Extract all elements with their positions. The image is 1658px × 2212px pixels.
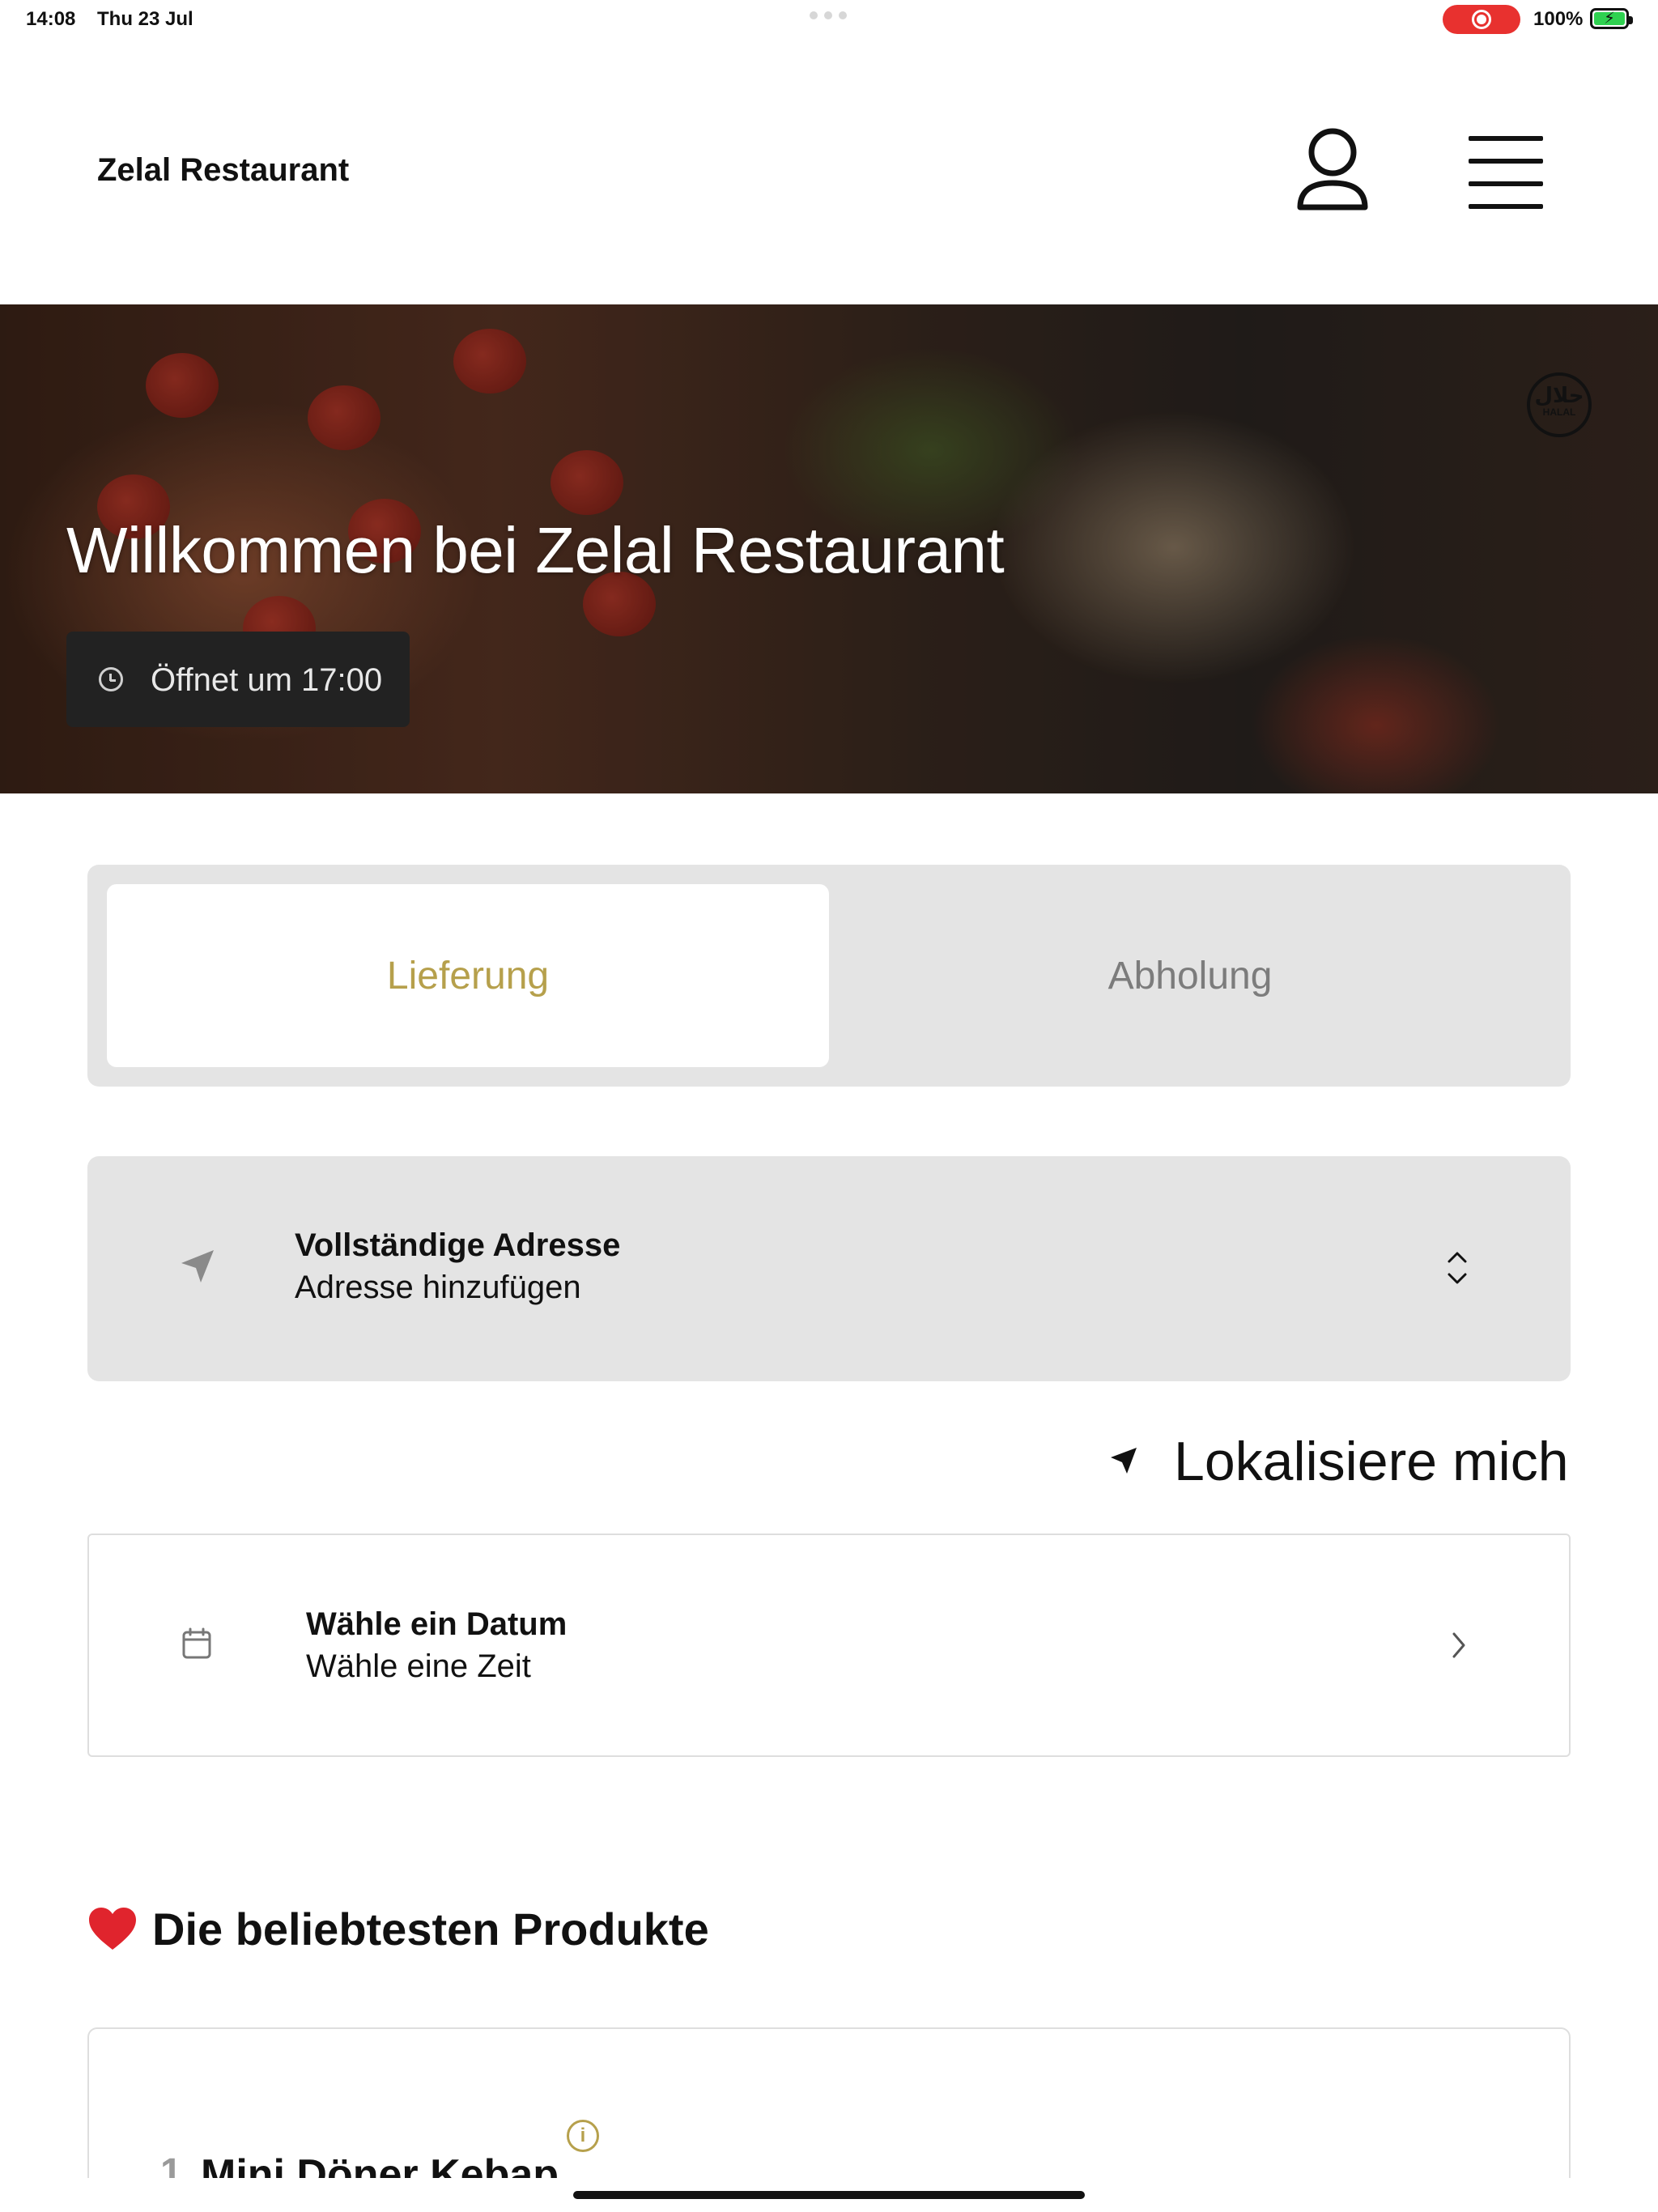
section-title-text: Die beliebtesten Produkte [152, 1903, 709, 1955]
location-arrow-icon [1107, 1444, 1140, 1477]
address-title: Vollständige Adresse [295, 1227, 621, 1263]
status-date: Thu 23 Jul [97, 8, 193, 30]
info-icon[interactable]: i [567, 2120, 599, 2152]
location-arrow-icon [178, 1247, 217, 1286]
halal-badge-icon: حلال HALAL [1527, 372, 1592, 437]
address-selector[interactable]: Vollständige Adresse Adresse hinzufügen [87, 1156, 1571, 1381]
address-subtitle: Adresse hinzufügen [295, 1270, 581, 1305]
app-header: Zelal Restaurant [0, 39, 1658, 304]
battery-percentage: 100% [1533, 8, 1584, 30]
date-time-selector[interactable]: Wähle ein Datum Wähle eine Zeit [87, 1534, 1571, 1757]
locate-me-button[interactable]: Lokalisiere mich [1107, 1427, 1571, 1492]
time-subtitle: Wähle eine Zeit [306, 1648, 531, 1684]
opening-hours-badge: Öffnet um 17:00 [66, 632, 410, 727]
order-mode-toggle: Lieferung Abholung [87, 865, 1571, 1087]
battery-icon: ⚡ [1590, 8, 1633, 29]
restaurant-name[interactable]: Zelal Restaurant [97, 152, 349, 189]
multitasking-dots-icon[interactable] [810, 11, 848, 21]
user-icon[interactable] [1292, 123, 1373, 220]
welcome-title: Willkommen bei Zelal Restaurant [66, 514, 1005, 586]
date-title: Wähle ein Datum [306, 1606, 568, 1642]
tab-pickup[interactable]: Abholung [829, 884, 1551, 1067]
opening-hours-text: Öffnet um 17:00 [151, 662, 383, 698]
status-bar: 14:08 Thu 23 Jul 100% ⚡ [0, 0, 1658, 39]
locate-me-label: Lokalisiere mich [1174, 1431, 1569, 1492]
screen-recording-icon[interactable] [1443, 5, 1520, 34]
home-indicator[interactable] [573, 2191, 1085, 2199]
status-time: 14:08 [26, 8, 76, 30]
calendar-icon [181, 1627, 212, 1660]
hamburger-menu-icon[interactable] [1464, 136, 1548, 209]
tab-delivery[interactable]: Lieferung [107, 884, 829, 1067]
chevron-right-icon [1449, 1629, 1469, 1661]
heart-icon [87, 1906, 138, 1951]
popular-products-heading: Die beliebtesten Produkte [87, 1896, 709, 1961]
clock-icon [99, 667, 123, 691]
chevron-up-down-icon [1444, 1250, 1470, 1286]
hero-banner: حلال HALAL Willkommen bei Zelal Restaura… [0, 304, 1658, 793]
